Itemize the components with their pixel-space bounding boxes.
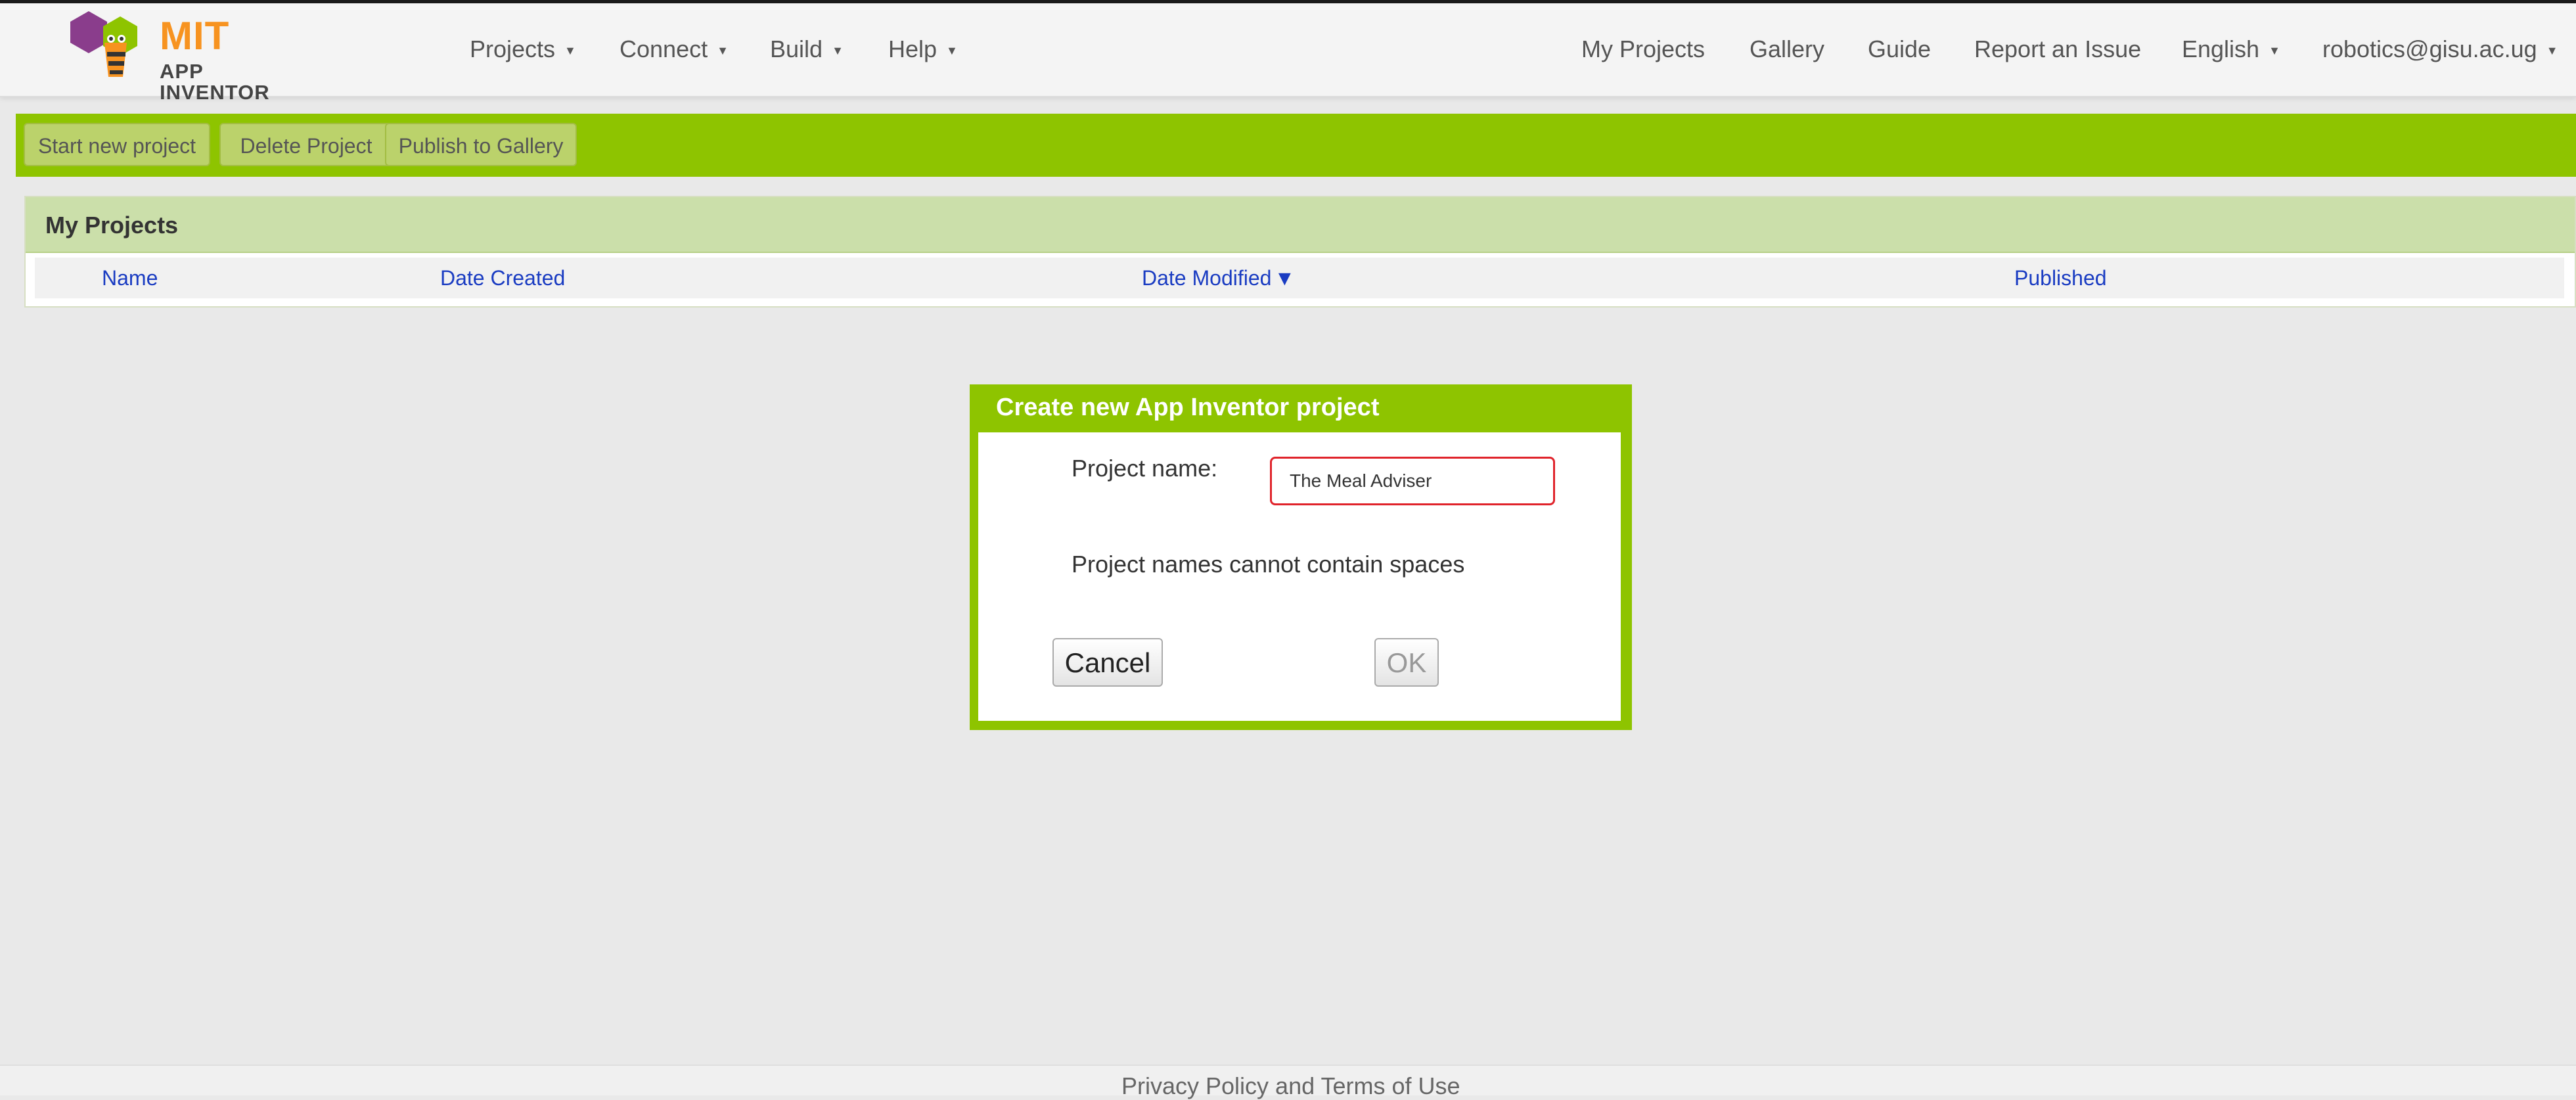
- start-new-project-button[interactable]: Start new project: [24, 123, 210, 166]
- menu-build-label: Build: [770, 35, 823, 62]
- ok-button[interactable]: OK: [1374, 638, 1439, 687]
- cancel-button[interactable]: Cancel: [1052, 638, 1163, 687]
- chevron-down-icon: ▼: [2269, 44, 2280, 58]
- dialog-title: Create new App Inventor project: [996, 394, 1380, 421]
- menu-help-label: Help: [888, 35, 938, 62]
- project-name-input[interactable]: [1270, 457, 1555, 505]
- column-date-modified[interactable]: Date Modified ▼: [1142, 266, 1295, 290]
- column-date-modified-label: Date Modified: [1142, 266, 1272, 290]
- panel-header: My Projects: [26, 197, 2575, 253]
- panel-title: My Projects: [45, 212, 179, 239]
- link-guide[interactable]: Guide: [1868, 36, 1931, 62]
- column-date-created[interactable]: Date Created: [440, 266, 565, 290]
- app-inventor-logo[interactable]: MIT APP INVENTOR: [69, 11, 305, 103]
- chevron-down-icon: ▼: [717, 44, 729, 58]
- menu-projects-label: Projects: [470, 35, 556, 62]
- project-toolbar: Start new project Delete Project Publish…: [16, 114, 2576, 177]
- link-my-projects[interactable]: My Projects: [1581, 36, 1705, 62]
- link-gallery[interactable]: Gallery: [1750, 36, 1824, 62]
- menu-connect-label: Connect: [620, 35, 708, 62]
- publish-to-gallery-button[interactable]: Publish to Gallery: [385, 123, 577, 166]
- account-dropdown[interactable]: robotics@gisu.ac.ug ▼: [2322, 36, 2558, 64]
- table-header-row: Name Date Created Date Modified ▼ Publish…: [35, 258, 2564, 298]
- validation-error-message: Project names cannot contain spaces: [1072, 551, 1465, 578]
- column-published[interactable]: Published: [2014, 266, 2107, 290]
- chevron-down-icon: ▼: [564, 44, 576, 58]
- bee-logo-icon: [70, 11, 137, 77]
- menu-help[interactable]: Help ▼: [888, 36, 958, 64]
- logo-brand-text: MIT: [160, 14, 230, 58]
- menu-projects[interactable]: Projects ▼: [470, 36, 576, 64]
- link-report-issue[interactable]: Report an Issue: [1974, 36, 2141, 62]
- logo-subtitle-text: APP INVENTOR: [160, 60, 270, 104]
- chevron-down-icon: ▼: [946, 44, 958, 58]
- chevron-down-icon: ▼: [2546, 44, 2558, 58]
- project-name-label: Project name:: [1072, 455, 1218, 482]
- language-label: English: [2182, 35, 2260, 62]
- delete-project-button[interactable]: Delete Project: [219, 123, 393, 166]
- top-navbar: MIT APP INVENTOR Projects ▼ Connect ▼ Buil…: [0, 3, 2576, 103]
- language-dropdown[interactable]: English ▼: [2182, 36, 2280, 64]
- my-projects-panel: My Projects Name Date Created Date Modif…: [24, 196, 2576, 308]
- privacy-policy-link[interactable]: Privacy Policy and Terms of Use: [1121, 1072, 1460, 1100]
- column-name[interactable]: Name: [102, 266, 158, 290]
- sort-descending-icon: ▼: [1274, 266, 1296, 290]
- chevron-down-icon: ▼: [832, 44, 844, 58]
- menu-build[interactable]: Build ▼: [770, 36, 844, 64]
- menu-connect[interactable]: Connect ▼: [620, 36, 729, 64]
- account-label: robotics@gisu.ac.ug: [2322, 35, 2537, 62]
